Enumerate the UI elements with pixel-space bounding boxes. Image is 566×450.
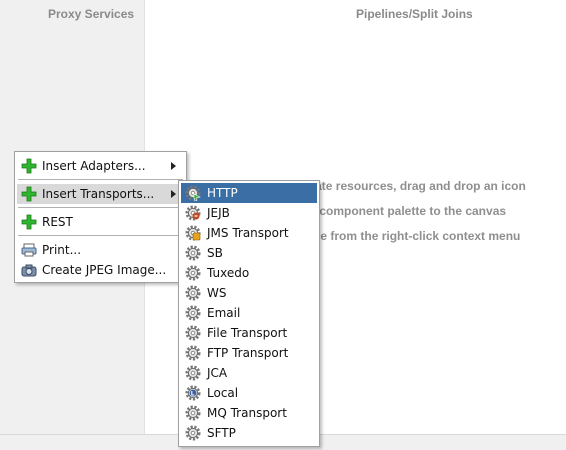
transport-label: WS bbox=[207, 286, 227, 300]
transport-label: JEJB bbox=[207, 206, 230, 220]
camera-icon bbox=[21, 264, 37, 277]
gear-icon bbox=[185, 345, 201, 361]
insert-adapters-label: Insert Adapters... bbox=[42, 159, 146, 173]
insert-transports-item[interactable]: Insert Transports... bbox=[17, 184, 184, 204]
transport-item-sb[interactable]: SB bbox=[181, 243, 317, 263]
insert-transports-label: Insert Transports... bbox=[42, 187, 155, 201]
transport-item-mq[interactable]: MQ Transport bbox=[181, 403, 317, 423]
hint-line-1: To create resources, drag and drop an ic… bbox=[300, 179, 526, 193]
plus-icon bbox=[21, 186, 37, 202]
gear-icon bbox=[185, 425, 201, 441]
transport-item-ws[interactable]: WS bbox=[181, 283, 317, 303]
hint-line-3: or select one from the right-click conte… bbox=[300, 229, 521, 243]
gear-icon bbox=[185, 285, 201, 301]
gear-icon bbox=[185, 245, 201, 261]
transport-item-email[interactable]: Email bbox=[181, 303, 317, 323]
jms-gear-icon bbox=[185, 225, 201, 241]
transport-label: JMS Transport bbox=[207, 226, 289, 240]
menu-separator bbox=[18, 179, 183, 180]
print-item[interactable]: Print... bbox=[17, 240, 184, 260]
transport-label: Email bbox=[207, 306, 241, 320]
menu-separator bbox=[18, 207, 183, 208]
transport-label: HTTP bbox=[207, 186, 238, 200]
transports-submenu: HTTP JEJB JMS Transport SB Tuxedo WS Ema… bbox=[178, 180, 320, 447]
proxy-services-title: Proxy Services bbox=[48, 7, 135, 21]
transport-label: FTP Transport bbox=[207, 346, 289, 360]
gear-icon bbox=[185, 325, 201, 341]
gear-icon bbox=[185, 365, 201, 381]
plus-icon bbox=[21, 158, 37, 174]
transport-label: JCA bbox=[207, 366, 228, 380]
rest-item[interactable]: REST bbox=[17, 212, 184, 232]
transport-item-jejb[interactable]: JEJB bbox=[181, 203, 317, 223]
transport-item-http[interactable]: HTTP bbox=[181, 183, 317, 203]
transport-label: Local bbox=[207, 386, 239, 400]
transport-item-jms[interactable]: JMS Transport bbox=[181, 223, 317, 243]
rest-label: REST bbox=[42, 215, 73, 229]
transport-item-ftp[interactable]: FTP Transport bbox=[181, 343, 317, 363]
submenu-arrow-icon bbox=[171, 162, 176, 170]
context-menu: Insert Adapters... Insert Transports... … bbox=[14, 151, 187, 283]
menu-separator bbox=[18, 235, 183, 236]
printer-icon bbox=[21, 243, 37, 257]
transport-item-tuxedo[interactable]: Tuxedo bbox=[181, 263, 317, 283]
insert-adapters-item[interactable]: Insert Adapters... bbox=[17, 156, 184, 176]
hint-line-2: from the component palette to the canvas bbox=[300, 204, 507, 218]
transport-item-jca[interactable]: JCA bbox=[181, 363, 317, 383]
transport-label: SB bbox=[207, 246, 223, 260]
local-gear-icon bbox=[185, 385, 201, 401]
canvas-hint: To create resources, drag and drop an ic… bbox=[300, 0, 566, 449]
transport-item-sftp[interactable]: SFTP bbox=[181, 423, 317, 443]
gear-icon bbox=[185, 265, 201, 281]
print-label: Print... bbox=[42, 243, 82, 257]
gear-icon bbox=[185, 405, 201, 421]
transport-item-local[interactable]: Local bbox=[181, 383, 317, 403]
create-jpeg-label: Create JPEG Image... bbox=[42, 263, 167, 277]
transport-label: SFTP bbox=[207, 426, 236, 440]
create-jpeg-item[interactable]: Create JPEG Image... bbox=[17, 260, 184, 280]
gear-icon bbox=[185, 305, 201, 321]
transport-item-file[interactable]: File Transport bbox=[181, 323, 317, 343]
jejb-gear-icon bbox=[185, 205, 201, 221]
http-gear-icon bbox=[185, 185, 201, 201]
plus-icon bbox=[21, 214, 37, 230]
transport-label: File Transport bbox=[207, 326, 288, 340]
transport-label: MQ Transport bbox=[207, 406, 287, 420]
transport-label: Tuxedo bbox=[207, 266, 250, 280]
submenu-arrow-icon bbox=[171, 190, 176, 198]
